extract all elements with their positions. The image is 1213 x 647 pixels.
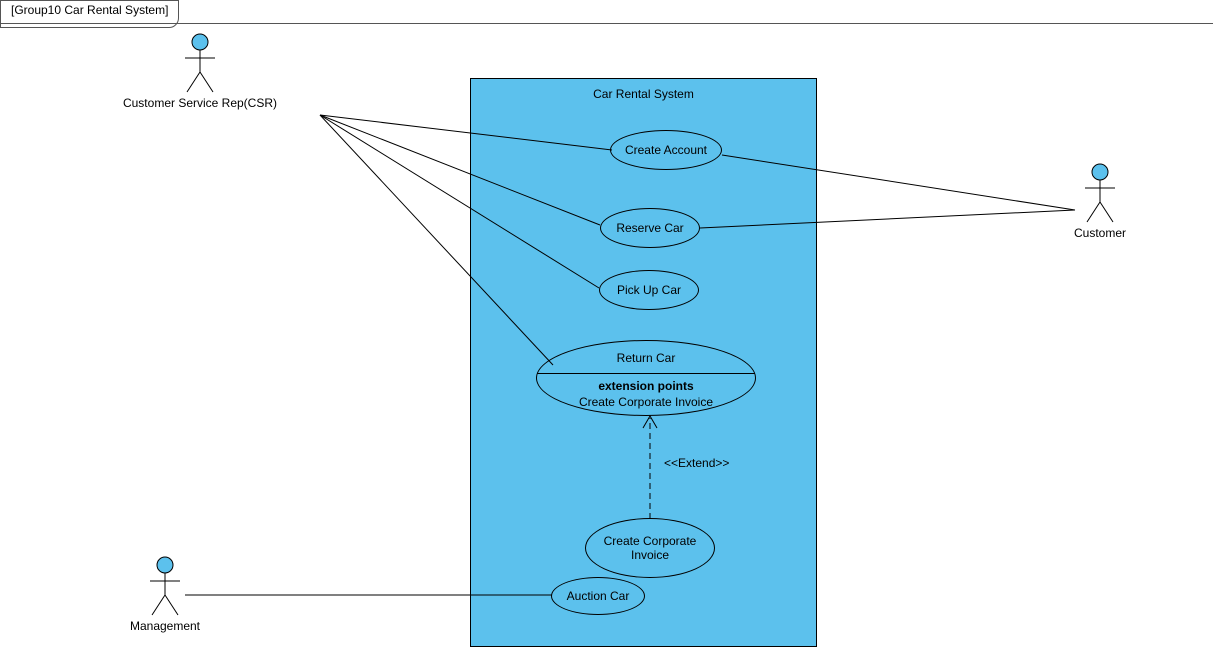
actor-management-label: Management — [120, 619, 210, 633]
usecase-label-line1: Create Corporate — [604, 534, 697, 548]
stick-figure-icon — [1081, 162, 1119, 224]
usecase-reserve-car: Reserve Car — [600, 208, 700, 248]
usecase-label-line2: Invoice — [631, 548, 669, 562]
usecase-divider — [537, 373, 755, 374]
actor-customer-label: Customer — [1065, 226, 1135, 240]
stick-figure-icon — [181, 32, 219, 94]
diagram-canvas: [Group10 Car Rental System] Car Rental S… — [0, 0, 1213, 645]
usecase-label: Pick Up Car — [617, 283, 681, 297]
usecase-pick-up-car: Pick Up Car — [599, 270, 699, 310]
system-title: Car Rental System — [471, 87, 816, 101]
usecase-label: Return Car — [537, 351, 755, 365]
actor-management: Management — [120, 555, 210, 633]
actor-csr: Customer Service Rep(CSR) — [115, 32, 285, 110]
usecase-create-corporate-invoice: Create Corporate Invoice — [585, 518, 715, 578]
actor-customer: Customer — [1065, 162, 1135, 240]
actor-csr-label: Customer Service Rep(CSR) — [115, 96, 285, 110]
usecase-return-car: Return Car extension points Create Corpo… — [536, 340, 756, 416]
frame-divider — [0, 23, 1213, 24]
usecase-label: Reserve Car — [616, 221, 683, 235]
usecase-auction-car: Auction Car — [551, 577, 645, 615]
frame-title: [Group10 Car Rental System] — [11, 3, 168, 17]
extension-points-title: extension points — [537, 379, 755, 393]
extend-stereotype-label: <<Extend>> — [664, 456, 729, 470]
usecase-label: Create Account — [625, 143, 707, 157]
usecase-create-account: Create Account — [610, 130, 722, 170]
stick-figure-icon — [146, 555, 184, 617]
usecase-label: Auction Car — [567, 589, 630, 603]
extension-point-name: Create Corporate Invoice — [537, 395, 755, 409]
